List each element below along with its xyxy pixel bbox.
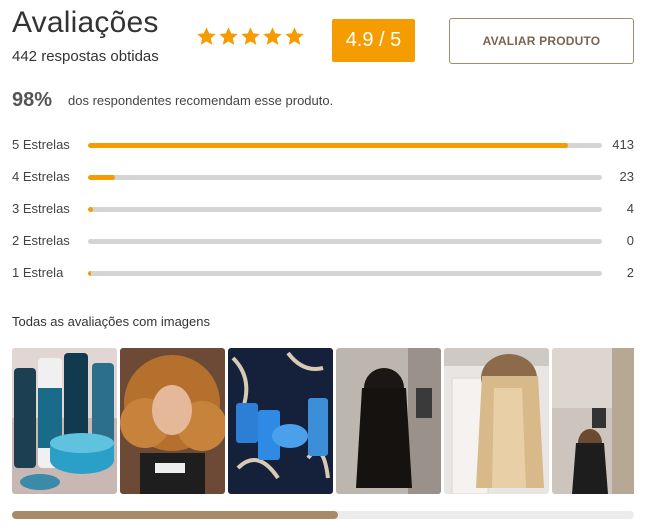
- responses-count: 442 respostas obtidas: [12, 48, 159, 65]
- rating-label: 4 Estrelas: [12, 169, 70, 184]
- rating-count: 2: [626, 265, 634, 280]
- gallery-scrollbar[interactable]: [12, 511, 634, 519]
- star-rating: [196, 26, 305, 47]
- rating-label: 1 Estrela: [12, 265, 64, 280]
- review-photo-mirror-selfie[interactable]: [552, 348, 634, 494]
- reviews-title: Avaliações: [12, 6, 159, 39]
- review-photo-dark-straight-hair[interactable]: [336, 348, 441, 494]
- rating-row-3[interactable]: 3 Estrelas 4: [12, 201, 634, 217]
- rating-row-2[interactable]: 2 Estrelas 0: [12, 233, 634, 249]
- star-icon: [197, 27, 216, 45]
- review-image-gallery[interactable]: [12, 348, 634, 494]
- star-icon: [241, 27, 260, 45]
- rating-row-1[interactable]: 1 Estrela 2: [12, 265, 634, 281]
- rating-bar-fill: [88, 271, 91, 276]
- rating-bar-fill: [88, 175, 115, 180]
- rating-label: 5 Estrelas: [12, 137, 70, 152]
- rating-bar-fill: [88, 207, 93, 212]
- rating-row-5[interactable]: 5 Estrelas 413: [12, 137, 634, 153]
- recommend-percent: 98%: [12, 89, 53, 111]
- star-icon: [285, 27, 304, 45]
- rating-count: 0: [626, 233, 634, 248]
- rate-product-button[interactable]: AVALIAR PRODUTO: [449, 18, 634, 64]
- score-badge: 4.9 / 5: [332, 19, 415, 62]
- review-photo-products-on-fabric[interactable]: [228, 348, 333, 494]
- rating-bar-fill: [88, 143, 569, 148]
- rating-label: 2 Estrelas: [12, 233, 70, 248]
- rating-bar-track: [88, 175, 602, 180]
- rating-bar-track: [88, 271, 602, 276]
- recommend-text: dos respondentes recomendam esse produto…: [68, 93, 334, 108]
- rating-bar-track: [88, 239, 602, 244]
- rating-row-4[interactable]: 4 Estrelas 23: [12, 169, 634, 185]
- rating-label: 3 Estrelas: [12, 201, 70, 216]
- star-icon: [219, 27, 238, 45]
- rating-count: 4: [626, 201, 634, 216]
- gallery-scrollbar-thumb[interactable]: [12, 511, 338, 519]
- star-icon: [263, 27, 282, 45]
- review-photo-curly-hair[interactable]: [120, 348, 225, 494]
- review-photo-blonde-hair[interactable]: [444, 348, 549, 494]
- review-photo-products-bottles[interactable]: [12, 348, 117, 494]
- rating-bar-track: [88, 207, 602, 212]
- rating-count: 413: [612, 137, 634, 152]
- gallery-heading: Todas as avaliações com imagens: [12, 314, 210, 329]
- rating-bar-track: [88, 143, 602, 148]
- rating-count: 23: [619, 169, 634, 184]
